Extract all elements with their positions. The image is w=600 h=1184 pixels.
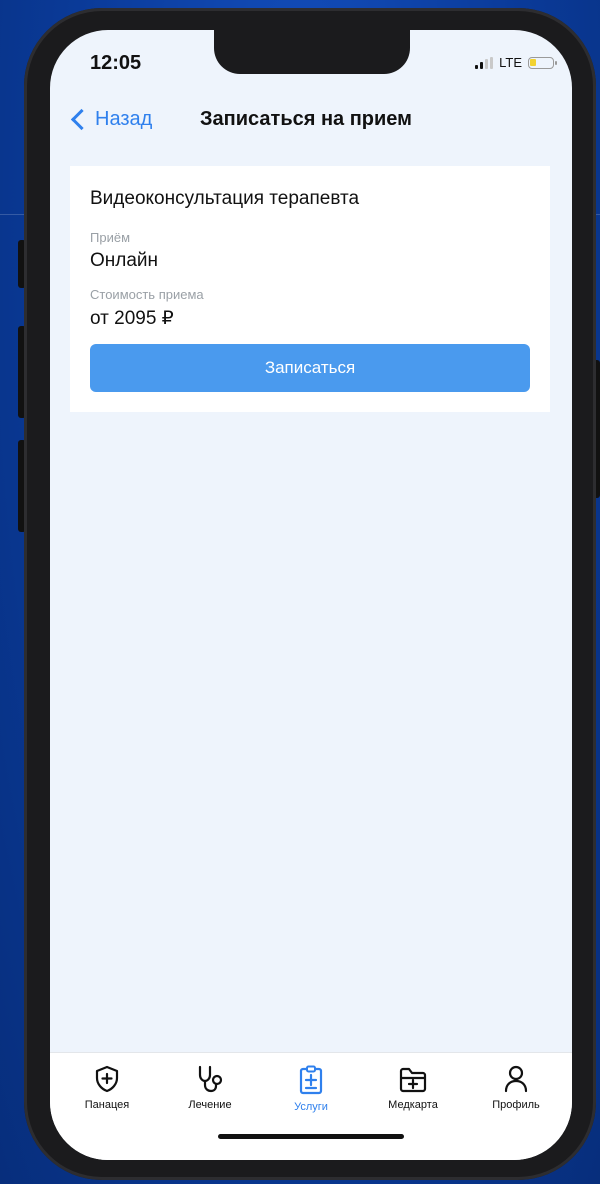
service-card: Видеоконсультация терапевта Приём Онлайн… <box>70 166 550 412</box>
shield-plus-icon <box>95 1065 119 1093</box>
status-icons: LTE <box>475 55 557 70</box>
appointment-type-value: Онлайн <box>90 250 159 271</box>
tab-profil[interactable]: Профиль <box>466 1065 566 1111</box>
tab-lechenie[interactable]: Лечение <box>160 1065 260 1111</box>
phone-screen: 12:05 LTE Назад Записаться на прием Виде… <box>50 30 572 1160</box>
folder-plus-icon <box>399 1067 427 1093</box>
tab-panaceya[interactable]: Панацея <box>57 1065 157 1111</box>
back-button[interactable]: Назад <box>68 108 152 131</box>
tab-label: Услуги <box>294 1101 328 1113</box>
price-label: Стоимость приема <box>90 287 204 302</box>
stethoscope-icon <box>198 1065 223 1093</box>
appointment-type-label: Приём <box>90 230 131 245</box>
battery-icon <box>528 56 557 69</box>
tab-label: Панацея <box>84 1099 130 1111</box>
notch <box>214 30 410 74</box>
page-title: Записаться на прием <box>200 108 412 130</box>
home-indicator <box>218 1134 404 1139</box>
chevron-left-icon <box>70 108 93 131</box>
clipboard-plus-icon <box>299 1065 323 1095</box>
service-title: Видеоконсультация терапевта <box>90 188 360 209</box>
book-appointment-button[interactable]: Записаться <box>90 344 530 392</box>
signal-icon <box>475 56 494 69</box>
tab-bar: Панацея Лечение Услуги Медкарта Профиль <box>50 1052 572 1160</box>
tab-uslugi[interactable]: Услуги <box>261 1065 361 1113</box>
network-label: LTE <box>499 55 522 70</box>
tab-medkarta[interactable]: Медкарта <box>363 1065 463 1111</box>
price-value: от 2095 ₽ <box>90 308 174 329</box>
tab-label: Лечение <box>188 1099 232 1111</box>
back-label: Назад <box>95 108 153 130</box>
status-time: 12:05 <box>90 52 142 74</box>
tab-label: Медкарта <box>388 1099 438 1111</box>
person-icon <box>504 1065 528 1093</box>
navigation-bar: Назад Записаться на прием <box>50 102 572 142</box>
tab-label: Профиль <box>492 1099 540 1111</box>
